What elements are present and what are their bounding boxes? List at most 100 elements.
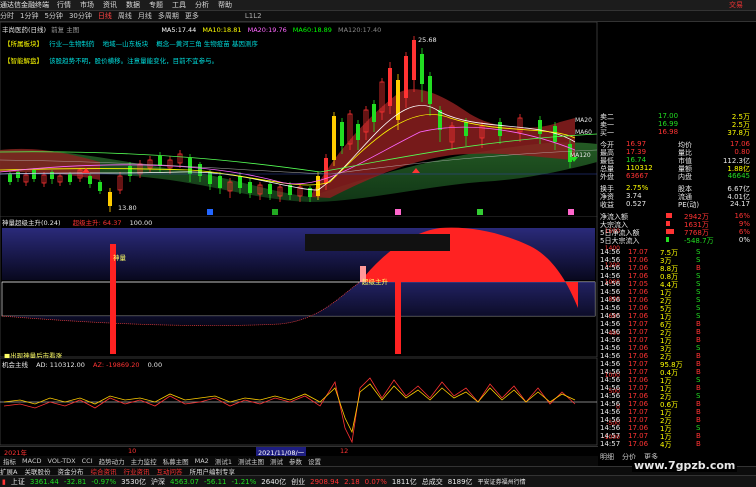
tick-price: 17.07	[628, 384, 649, 392]
indicator1-header: 神量超级主升(0.24) 超级主升: 64.37 100.00	[2, 217, 152, 227]
period-tab[interactable]: 30分钟	[69, 11, 92, 21]
tab-settings[interactable]: 设置	[308, 456, 321, 466]
tick-time: 14:57	[600, 440, 621, 448]
zhusheng-bar	[395, 282, 401, 354]
event-marker	[395, 209, 401, 215]
tick-volume: 4万	[660, 441, 672, 449]
menu-item-analysis[interactable]: 分析	[195, 0, 209, 10]
tab-test[interactable]: 测试	[270, 456, 283, 466]
menu-item-data[interactable]: 数据	[126, 0, 140, 10]
tick-time: 14:56	[600, 384, 621, 392]
indicator1-value: 超级主升: 64.37	[72, 219, 122, 227]
period-tab[interactable]: 分时	[0, 11, 14, 21]
index-ticker: ▮ 上证 3361.44 -32.81 -0.97% 3530亿 沪深 4563…	[0, 475, 756, 487]
tab-indicator[interactable]: 指标	[3, 456, 16, 466]
tab-monitor[interactable]: 主力监控	[131, 456, 157, 466]
tab-vol[interactable]: VOL-TDX	[47, 457, 75, 465]
app-brand: 通达信金融终端	[0, 1, 49, 9]
tab-test-main[interactable]: 测试主图	[238, 456, 264, 466]
tick-side: B	[696, 440, 701, 448]
index-pct: 0.07%	[364, 477, 387, 486]
menu-item-exchange[interactable]: 市场	[80, 0, 94, 10]
tick-row: 14:56 17.06 1万 S	[600, 288, 750, 297]
tick-row: 14:56 17.06 3万 S	[600, 344, 750, 353]
index-value: 3361.44	[29, 477, 59, 486]
tab-detail[interactable]: 明细	[600, 452, 614, 462]
tick-side: B	[696, 336, 701, 344]
period-tab[interactable]: 周线	[118, 11, 132, 21]
tick-price: 17.06	[628, 296, 649, 304]
tick-price: 17.07	[628, 328, 649, 336]
ma120-tag: MA120	[570, 152, 591, 159]
period-tab[interactable]: 1分钟	[20, 11, 38, 21]
menu-item-tools[interactable]: 工具	[172, 0, 186, 10]
tick-side: S	[696, 272, 701, 280]
menu-item-help[interactable]: 帮助	[218, 0, 232, 10]
tab-ma2[interactable]: MA2	[195, 457, 209, 465]
tab-trend[interactable]: 趋势动力	[99, 456, 125, 466]
indicator2-name[interactable]: 机会主线	[2, 361, 28, 369]
event-marker	[568, 209, 574, 215]
tick-time: 14:56	[600, 304, 621, 312]
tick-time: 14:56	[600, 368, 621, 376]
broker-label: 平安证券福州行情	[477, 479, 526, 486]
tick-time: 14:56	[600, 272, 621, 280]
indicator1-name[interactable]: 神量超级主升(0.24)	[2, 219, 61, 227]
ma60-legend: MA60:18.89	[292, 26, 332, 34]
menu-item-news[interactable]: 资讯	[103, 0, 117, 10]
tick-row: 14:56 17.05 4.4万 S	[600, 280, 750, 289]
sector-note-title: 【所属板块】	[4, 40, 43, 48]
sector-region[interactable]: 地域—山东板块	[103, 40, 149, 48]
menu-item-topics[interactable]: 专题	[149, 0, 163, 10]
tab-test1[interactable]: 测试1	[215, 456, 232, 466]
indicator2-az: AZ: -19869.20	[93, 361, 140, 369]
tick-time: 14:56	[600, 336, 621, 344]
tick-side: S	[696, 304, 701, 312]
ma20-legend: MA20:19.76	[247, 26, 287, 34]
indicator-opportunity-chart[interactable]	[0, 358, 598, 446]
tick-side: B	[696, 264, 701, 272]
period-tab-active[interactable]: 日线	[98, 11, 112, 21]
quote-panel: 卖二 17.00 2.5万 卖一 16.99 2.5万 买一 16.98 37.8万 今开 1…	[598, 112, 756, 472]
period-tab[interactable]: 多周期	[158, 11, 179, 21]
tick-time: 14:56	[600, 320, 621, 328]
index-name: 沪深	[150, 477, 165, 486]
main-kline-chart[interactable]: 25.68 13.80 MA20 MA60 MA120	[0, 22, 598, 218]
tick-row: 14:56 17.07 1万 B	[600, 408, 750, 417]
order-book-row: 卖一 16.99 2.5万	[600, 120, 750, 129]
order-book-row: 买一 16.98 37.8万	[600, 128, 750, 137]
x-tick: 10	[128, 447, 137, 455]
indicator-tabs: 指标 MACD VOL-TDX CCI 趋势动力 主力监控 私募主图 MA2 测…	[0, 456, 598, 466]
indicator2-zero: 0.00	[147, 361, 163, 369]
index-value: 2908.94	[310, 477, 340, 486]
index-name: 上证	[10, 477, 25, 486]
total-volume-label: 总成交	[421, 477, 443, 486]
tab-macd[interactable]: MACD	[22, 457, 41, 465]
tick-time: 14:56	[600, 264, 621, 272]
tick-price: 17.07	[628, 408, 649, 416]
sector-industry[interactable]: 行业—生物制药	[49, 40, 95, 48]
indicator2-header: 机会主线 AD: 110312.00 AZ: -19869.20 0.00	[2, 359, 162, 369]
tick-row: 14:56 17.06 5万 S	[600, 304, 750, 313]
index-value: 4563.07	[169, 477, 199, 486]
tick-row: 14:56 17.06 0.6万 B	[600, 400, 750, 409]
tab-params[interactable]: 参数	[289, 456, 302, 466]
tick-side: S	[696, 288, 701, 296]
tab-private[interactable]: 私募主图	[163, 456, 189, 466]
tick-side: S	[696, 344, 701, 352]
tick-time: 14:56	[600, 288, 621, 296]
tick-row: 14:56 17.07 1万 B	[600, 384, 750, 393]
trade-button[interactable]: 交易	[729, 0, 743, 10]
tick-price: 17.06	[628, 392, 649, 400]
period-tab[interactable]: 更多	[185, 11, 199, 21]
tick-price: 17.07	[628, 248, 649, 256]
sector-concept[interactable]: 概念—黄河三角 生物疫苗 基因测序	[156, 40, 258, 48]
tab-cci[interactable]: CCI	[82, 457, 93, 465]
menu-item-market[interactable]: 行情	[57, 0, 71, 10]
info-row: 换手 2.75% 股本 6.67亿	[600, 184, 750, 193]
indicator-super-rise-chart[interactable]: 神量 超级主升	[0, 216, 598, 358]
ma120-legend: MA120:17.40	[338, 26, 382, 34]
tick-row: 14:56 17.06 8.8万 B	[600, 264, 750, 273]
period-tab[interactable]: 5分钟	[44, 11, 62, 21]
period-tab[interactable]: 月线	[138, 11, 152, 21]
